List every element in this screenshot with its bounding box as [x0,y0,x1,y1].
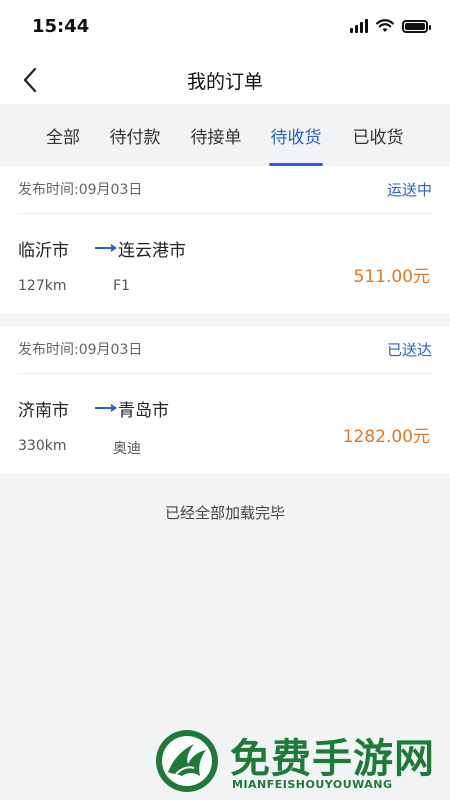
list-end-message: 已经全部加载完毕 [164,504,285,522]
route: 临沂市 连云港市 [18,236,318,261]
publish-time: 发布时间:09月03日 [18,342,143,358]
order-card-header: 发布时间:09月03日 已送达 [18,326,432,374]
wifi-icon [376,19,394,32]
page-title: 我的订单 [186,71,263,93]
tab-pending-acceptance[interactable]: 待接单 [186,104,246,166]
status-icons [350,19,431,33]
origin-city: 济南市 [18,401,69,421]
watermark-title: 免费手游网 [230,736,435,782]
order-card[interactable]: 发布时间:09月03日 已送达 济南市 青岛市 330km 奥迪 1282.00… [0,326,450,474]
watermark: 免费手游网 MIANFEISHOUYOUWANG [150,726,450,800]
tab-label: 待付款 [109,127,161,148]
order-price: 511.00元 [353,267,430,287]
destination-city: 青岛市 [118,401,169,421]
order-card[interactable]: 发布时间:09月03日 运送中 临沂市 连云港市 127km F1 511.00… [0,166,450,314]
vehicle-type: 奥迪 [113,441,141,457]
destination-city: 连云港市 [118,241,186,261]
order-status: 已送达 [386,341,432,359]
route: 济南市 青岛市 [18,396,318,421]
tab-label: 待收货 [270,127,322,148]
distance: 330km [18,438,67,454]
watermark-subtitle: MIANFEISHOUYOUWANG [232,778,393,791]
order-tabs: 全部 待付款 待接单 待收货 已收货 [0,104,450,166]
tab-all[interactable]: 全部 [40,104,86,166]
status-time: 15:44 [32,16,90,37]
origin-city: 临沂市 [18,241,69,261]
tab-label: 待接单 [190,127,242,148]
vehicle-type: F1 [113,278,130,294]
tab-pending-payment[interactable]: 待付款 [106,104,164,166]
watermark-logo-icon [156,730,218,792]
distance: 127km [18,278,67,294]
tab-label: 已收货 [352,127,404,148]
battery-icon [402,19,431,33]
status-bar: 15:44 [0,0,450,56]
nav-bar: 我的订单 [0,56,450,104]
order-card-header: 发布时间:09月03日 运送中 [18,166,432,214]
tab-received[interactable]: 已收货 [348,104,408,166]
tab-label: 全部 [46,127,80,148]
order-price: 1282.00元 [342,427,430,447]
tab-pending-receipt[interactable]: 待收货 [266,104,326,166]
order-status: 运送中 [386,181,432,199]
cellular-signal-icon [350,19,368,33]
publish-time: 发布时间:09月03日 [18,182,143,198]
